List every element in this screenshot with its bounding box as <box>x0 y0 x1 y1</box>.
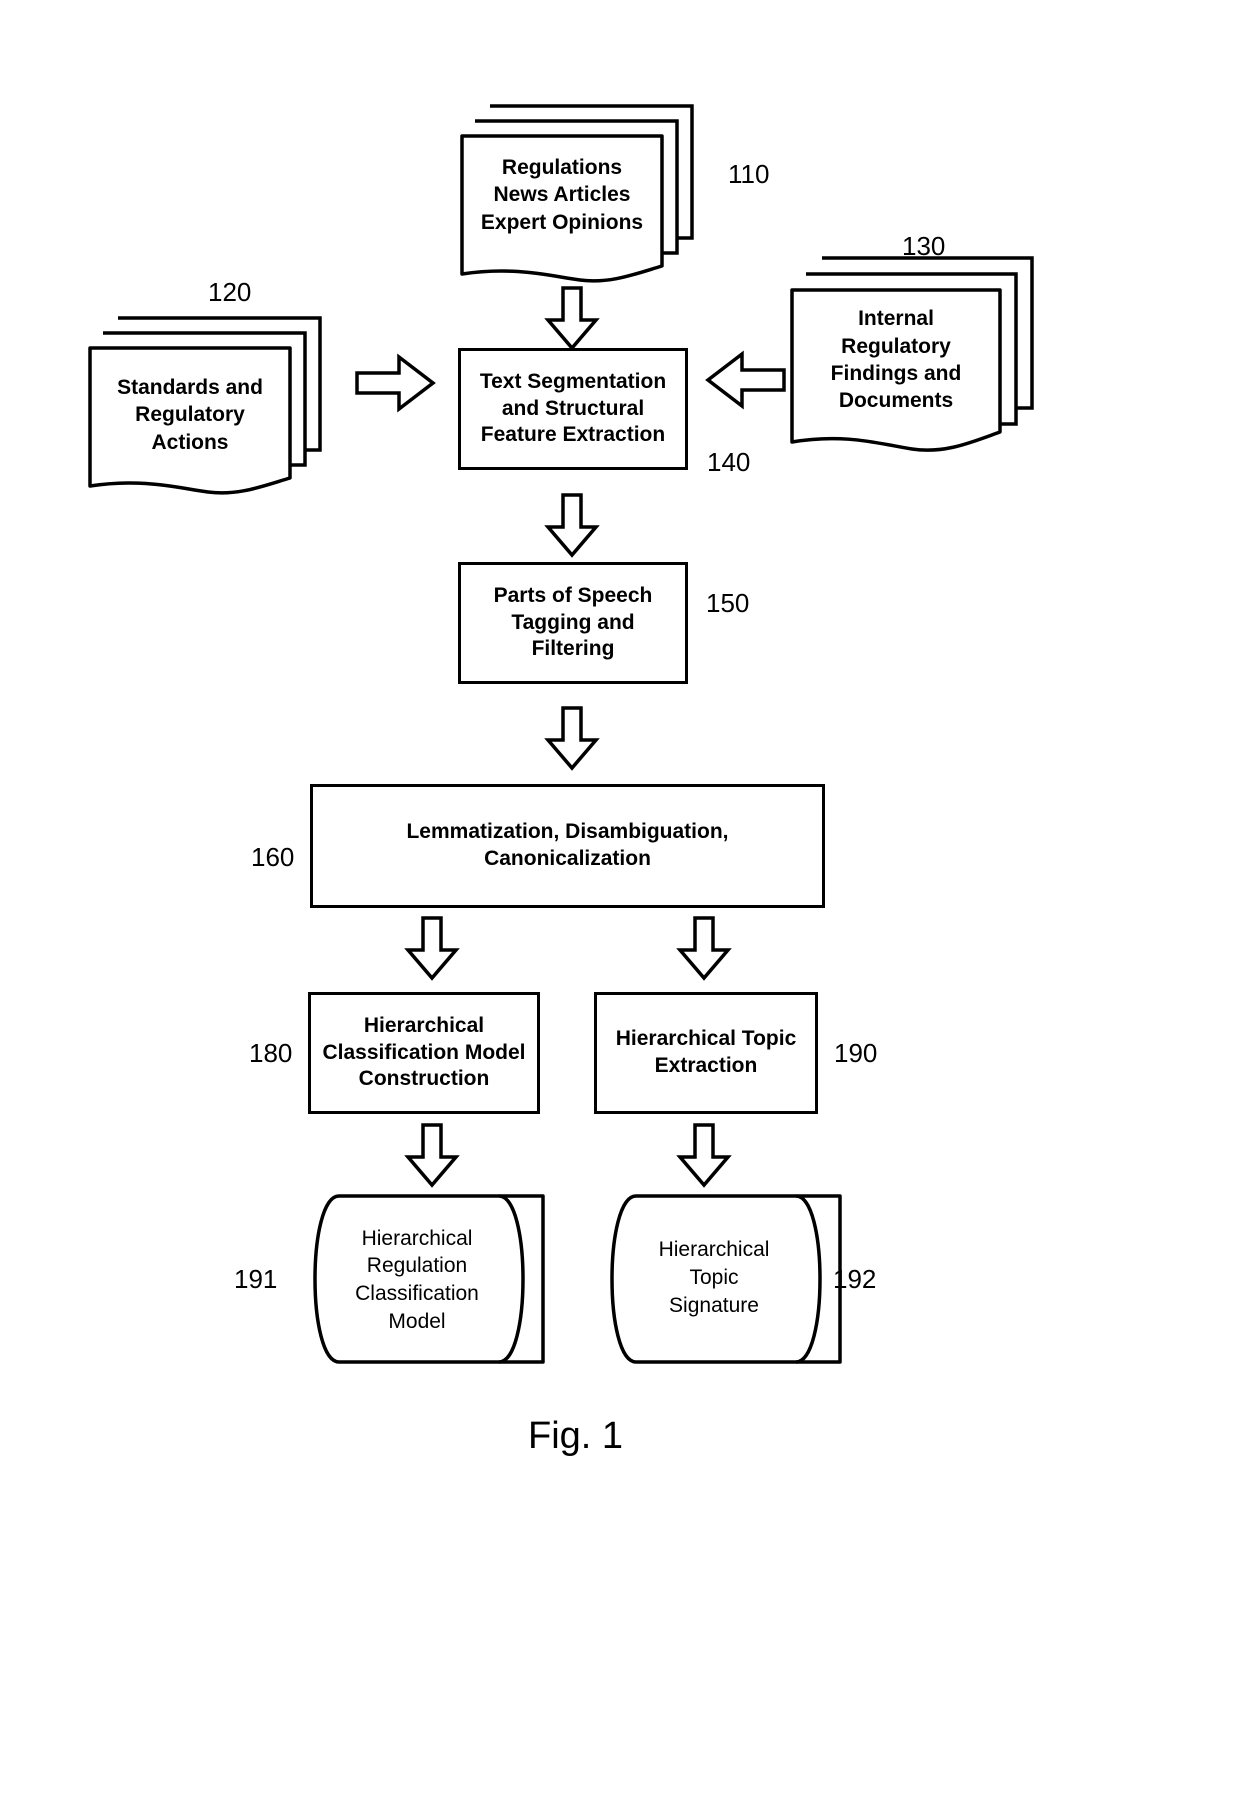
process-text-160: Lemmatization, Disambiguation, Canonical… <box>406 820 729 870</box>
process-box-pos-tagging: Parts of Speech Tagging and Filtering <box>458 562 688 684</box>
process-box-hierarchical-topic-extraction: Hierarchical Topic Extraction <box>594 992 818 1114</box>
document-stack-regulations-news-expert-label: Regulations News Articles Expert Opinion… <box>462 140 662 250</box>
document-stack-internal-regulatory-findings-label: Internal Regulatory Findings and Documen… <box>792 290 1000 430</box>
ref-numeral-140: 140 <box>707 447 751 477</box>
document-stack-standards-regulatory-actions-label: Standards and Regulatory Actions <box>90 360 290 470</box>
ref-numeral-160: 160 <box>251 842 295 872</box>
ref-numeral-191: 191 <box>234 1264 278 1294</box>
flow-arrow-180-to-191 <box>404 1123 460 1188</box>
datastore-hierarchical-regulation-classification-model-label: Hierarchical Regulation Classification M… <box>322 1210 512 1350</box>
flow-arrow-150-to-160 <box>544 706 600 771</box>
process-box-hierarchical-classification-model-construction: Hierarchical Classification Model Constr… <box>308 992 540 1114</box>
datastore-text-192: Hierarchical Topic Signature <box>658 1238 770 1317</box>
ref-numeral-110: 110 <box>728 159 770 189</box>
flow-arrow-160-to-190 <box>676 916 732 981</box>
flow-arrow-140-to-150 <box>544 493 600 558</box>
ref-numeral-180: 180 <box>249 1038 293 1068</box>
process-text-140: Text Segmentation and Structural Feature… <box>479 369 667 447</box>
datastore-text-191: Hierarchical Regulation Classification M… <box>355 1226 479 1333</box>
process-text-150: Parts of Speech Tagging and Filtering <box>493 583 653 661</box>
process-box-lemmatization: Lemmatization, Disambiguation, Canonical… <box>310 784 825 908</box>
process-text-180: Hierarchical Classification Model Constr… <box>322 1013 526 1091</box>
flow-arrow-190-to-192 <box>676 1123 732 1188</box>
flow-arrow-160-to-180 <box>404 916 460 981</box>
ref-numeral-120: 120 <box>208 277 252 307</box>
figure-caption: Fig. 1 <box>528 1415 624 1457</box>
process-box-text-segmentation: Text Segmentation and Structural Feature… <box>458 348 688 470</box>
flow-arrow-110-to-140 <box>544 286 600 351</box>
process-text-190: Hierarchical Topic Extraction <box>615 1027 797 1077</box>
source-text-110: Regulations News Articles Expert Opinion… <box>480 156 644 234</box>
figure-canvas: Regulations News Articles Expert Opinion… <box>0 0 1240 1809</box>
flow-arrow-130-to-140 <box>705 350 786 410</box>
source-text-120: Standards and Regulatory Actions <box>117 376 263 454</box>
datastore-hierarchical-topic-signature-label: Hierarchical Topic Signature <box>620 1222 808 1334</box>
ref-numeral-190: 190 <box>834 1038 878 1068</box>
ref-numeral-192: 192 <box>833 1264 877 1294</box>
ref-numeral-150: 150 <box>706 588 750 618</box>
ref-numeral-130: 130 <box>902 231 946 261</box>
source-text-130: Internal Regulatory Findings and Documen… <box>830 307 962 413</box>
flow-arrow-120-to-140 <box>355 353 436 413</box>
